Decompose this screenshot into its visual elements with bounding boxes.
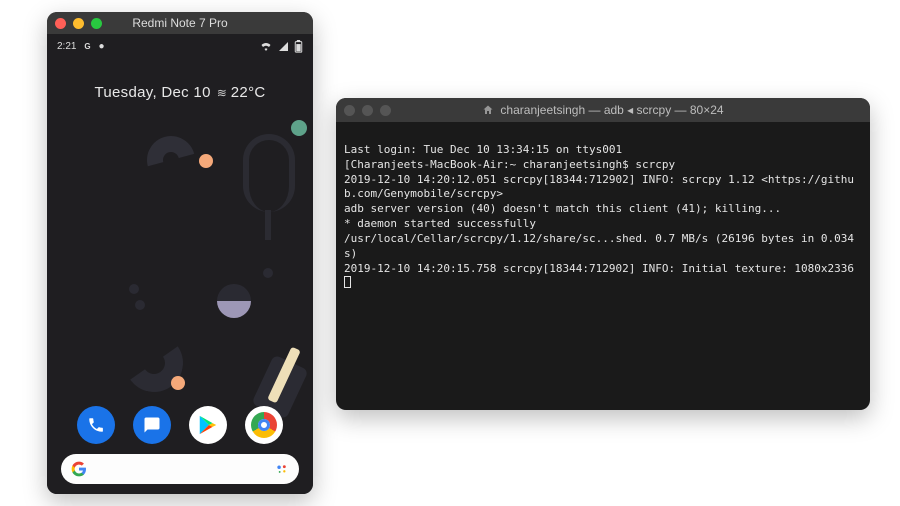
wallpaper-shape xyxy=(135,300,145,310)
phone-app-icon[interactable] xyxy=(77,406,115,444)
phone-window-titlebar: Redmi Note 7 Pro xyxy=(47,12,313,34)
wallpaper-shape xyxy=(199,154,213,168)
weather-fog-icon: ≋ xyxy=(217,86,225,100)
terminal-line: * daemon started successfully xyxy=(344,217,536,230)
terminal-line: 2019-12-10 14:20:15.758 scrcpy[18344:712… xyxy=(344,262,854,275)
wallpaper-shape xyxy=(267,347,301,404)
signal-icon xyxy=(278,41,288,51)
chat-bubble-icon xyxy=(143,416,161,434)
wallpaper-shape xyxy=(265,210,271,240)
chrome-app-icon[interactable] xyxy=(245,406,283,444)
wallpaper-shape xyxy=(138,127,204,193)
weather-label: 22°C xyxy=(231,84,266,101)
wallpaper-shape xyxy=(291,120,307,136)
status-dot-icon: ● xyxy=(98,41,104,52)
terminal-line: 2019-12-10 14:20:12.051 scrcpy[18344:712… xyxy=(344,173,854,201)
terminal-cursor xyxy=(344,276,351,288)
play-store-app-icon[interactable] xyxy=(189,406,227,444)
google-logo-icon xyxy=(71,461,87,477)
terminal-line: [Charanjeets-MacBook-Air:~ charanjeetsin… xyxy=(344,158,675,171)
search-input[interactable] xyxy=(95,462,267,476)
phone-mirror-window: Redmi Note 7 Pro 2:21 G ● Tuesday, Dec 1… xyxy=(47,12,313,494)
terminal-output[interactable]: Last login: Tue Dec 10 13:34:15 on ttys0… xyxy=(336,122,870,299)
app-dock xyxy=(47,406,313,444)
status-right xyxy=(260,40,303,53)
terminal-title: charanjeetsingh — adb ◂ scrcpy — 80×24 xyxy=(344,103,862,117)
phone-handset-icon xyxy=(87,416,105,434)
home-icon xyxy=(482,104,494,116)
wifi-icon xyxy=(260,41,272,51)
wallpaper-shape xyxy=(217,284,251,318)
battery-icon xyxy=(294,40,303,53)
google-status-icon: G xyxy=(82,41,92,51)
assistant-mic-icon[interactable] xyxy=(275,462,289,476)
terminal-line: Last login: Tue Dec 10 13:34:15 on ttys0… xyxy=(344,143,622,156)
status-left: 2:21 G ● xyxy=(57,41,105,52)
terminal-line: adb server version (40) doesn't match th… xyxy=(344,202,781,215)
date-weather-widget[interactable]: Tuesday, Dec 10 ≋ 22°C xyxy=(47,84,313,101)
date-label: Tuesday, Dec 10 xyxy=(94,84,210,101)
phone-screen[interactable]: 2:21 G ● Tuesday, Dec 10 ≋ 22°C xyxy=(47,34,313,494)
android-status-bar: 2:21 G ● xyxy=(47,34,313,56)
play-store-icon xyxy=(197,414,219,436)
terminal-titlebar: charanjeetsingh — adb ◂ scrcpy — 80×24 xyxy=(336,98,870,122)
phone-window-title: Redmi Note 7 Pro xyxy=(55,16,305,30)
wallpaper-shape xyxy=(243,134,295,212)
messages-app-icon[interactable] xyxy=(133,406,171,444)
wallpaper-shape xyxy=(120,329,187,396)
google-search-bar[interactable] xyxy=(61,454,299,484)
wallpaper-shape xyxy=(129,284,139,294)
terminal-line: /usr/local/Cellar/scrcpy/1.12/share/sc..… xyxy=(344,232,854,260)
wallpaper-shape xyxy=(263,268,273,278)
terminal-window: charanjeetsingh — adb ◂ scrcpy — 80×24 L… xyxy=(336,98,870,410)
wallpaper-shape xyxy=(171,376,185,390)
status-time: 2:21 xyxy=(57,41,76,52)
terminal-title-text: charanjeetsingh — adb ◂ scrcpy — 80×24 xyxy=(500,103,723,117)
